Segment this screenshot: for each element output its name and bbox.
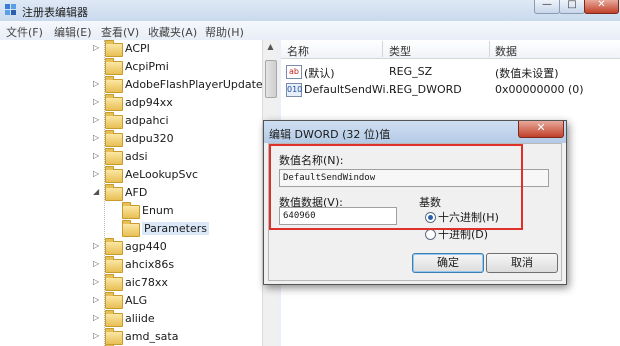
value-type: REG_DWORD [389, 83, 462, 96]
list-header: 名称 类型 数据 [281, 40, 620, 59]
folder-icon [122, 202, 140, 219]
dialog-close-button[interactable]: ✕ [518, 121, 564, 138]
folder-icon [105, 94, 123, 111]
menu-file[interactable]: 文件(F) [6, 24, 43, 40]
ok-button[interactable]: 确定 [412, 253, 484, 273]
hex-radio-label[interactable]: 十六进制(H) [438, 209, 499, 225]
value-data-input[interactable]: 640960 [279, 207, 397, 225]
column-header-name[interactable]: 名称 [287, 43, 309, 59]
folder-icon [105, 310, 123, 327]
scroll-up-icon[interactable]: ▲ [263, 42, 278, 51]
edit-dword-dialog: 编辑 DWORD (32 位)值 ✕ 数值名称(N): DefaultSendW… [263, 120, 567, 285]
hex-radio[interactable] [425, 212, 436, 223]
folder-icon [122, 220, 140, 237]
folder-icon [105, 166, 123, 183]
folder-icon [105, 40, 123, 57]
dec-radio-label[interactable]: 十进制(D) [438, 226, 488, 242]
folder-icon [105, 238, 123, 255]
string-value-icon: ab [286, 65, 302, 79]
scrollbar-thumb[interactable] [265, 60, 277, 98]
minimize-button[interactable]: — [534, 0, 560, 14]
column-header-type[interactable]: 类型 [389, 43, 411, 59]
value-name: DefaultSendWi... [304, 83, 397, 96]
expand-arrow-icon[interactable]: ▷ [93, 241, 103, 250]
expand-arrow-icon[interactable]: ▷ [93, 115, 103, 124]
minimize-icon: — [542, 0, 552, 10]
close-button[interactable]: ✕ [584, 0, 619, 14]
folder-icon [105, 76, 123, 93]
expand-arrow-icon[interactable]: ▷ [93, 313, 103, 322]
menu-bar: 文件(F) 编辑(E) 查看(V) 收藏夹(A) 帮助(H) [0, 21, 620, 41]
registry-tree[interactable]: ▷ ACPI AcpiPmi ▷ AdobeFlashPlayerUpdateS ▷… [0, 40, 277, 346]
menu-help[interactable]: 帮助(H) [205, 24, 244, 40]
folder-icon [105, 58, 123, 75]
column-divider[interactable] [489, 41, 490, 57]
folder-icon [105, 292, 123, 309]
value-name: (默认) [304, 67, 335, 80]
value-name-label: 数值名称(N): [279, 154, 344, 167]
column-header-data[interactable]: 数据 [495, 43, 517, 59]
expand-arrow-icon[interactable]: ▷ [93, 277, 103, 286]
menu-edit[interactable]: 编辑(E) [54, 24, 92, 40]
dialog-title: 编辑 DWORD (32 位)值 [269, 128, 391, 141]
folder-icon [105, 130, 123, 147]
folder-icon [105, 256, 123, 273]
expand-arrow-icon[interactable]: ▷ [93, 295, 103, 304]
dialog-body: 数值名称(N): DefaultSendWindow 数值数据(V): 6409… [268, 143, 562, 281]
close-icon: ✕ [597, 0, 606, 10]
expand-arrow-icon[interactable]: ▷ [93, 259, 103, 268]
binary-value-icon: 010 [286, 83, 302, 97]
maximize-button[interactable]: □ [559, 0, 585, 14]
expand-arrow-icon[interactable]: ▷ [93, 43, 103, 52]
folder-open-icon [105, 184, 123, 201]
column-divider[interactable] [382, 41, 383, 57]
value-type: REG_SZ [389, 65, 433, 78]
close-icon: ✕ [536, 121, 546, 134]
folder-icon [105, 148, 123, 165]
menu-view[interactable]: 查看(V) [101, 24, 139, 40]
folder-icon [105, 274, 123, 291]
registry-editor-icon [5, 4, 16, 15]
value-name-field: DefaultSendWindow [279, 169, 549, 187]
dialog-title-bar[interactable]: 编辑 DWORD (32 位)值 ✕ [264, 121, 566, 143]
expand-arrow-icon[interactable]: ▷ [93, 133, 103, 142]
menu-favorites[interactable]: 收藏夹(A) [148, 24, 197, 40]
expand-arrow-icon[interactable]: ▷ [93, 151, 103, 160]
cancel-button[interactable]: 取消 [486, 253, 558, 273]
value-data: (数值未设置) [495, 67, 559, 80]
folder-icon [105, 112, 123, 129]
dec-radio[interactable] [425, 229, 436, 240]
base-group-label: 基数 [419, 196, 441, 209]
window-title: 注册表编辑器 [22, 6, 88, 19]
expand-arrow-icon[interactable]: ▷ [93, 79, 103, 88]
registry-editor-window: 注册表编辑器 — □ ✕ 文件(F) 编辑(E) 查看(V) 收藏夹(A) 帮助… [0, 0, 620, 346]
expand-arrow-icon[interactable]: ▷ [93, 331, 103, 340]
title-bar: 注册表编辑器 — □ ✕ [0, 0, 620, 21]
maximize-icon: □ [567, 0, 577, 10]
value-data: 0x00000000 (0) [495, 83, 584, 96]
collapse-arrow-icon[interactable]: ◢ [93, 187, 103, 196]
folder-icon [105, 328, 123, 345]
expand-arrow-icon[interactable]: ▷ [93, 97, 103, 106]
expand-arrow-icon[interactable]: ▷ [93, 169, 103, 178]
